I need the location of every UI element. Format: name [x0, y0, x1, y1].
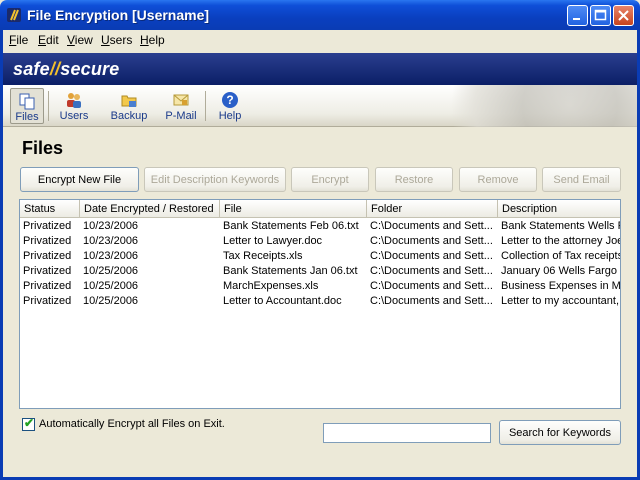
- cell-file: Letter to Accountant.doc: [223, 295, 342, 307]
- menu-users[interactable]: Users: [101, 33, 132, 47]
- cell-status: Privatized: [23, 235, 72, 247]
- restore-button[interactable]: Restore: [375, 167, 453, 192]
- cell-folder: C:\Documents and Sett...: [370, 235, 493, 247]
- toolbar-help-button[interactable]: ? Help: [212, 88, 248, 124]
- minimize-icon: [573, 18, 580, 20]
- title-bar[interactable]: File Encryption [Username]: [0, 0, 640, 30]
- cell-status: Privatized: [23, 295, 72, 307]
- backup-icon: [121, 95, 137, 107]
- menu-edit[interactable]: Edit: [38, 33, 59, 47]
- cell-status: Privatized: [23, 280, 72, 292]
- close-icon: [618, 10, 629, 21]
- toolbar-pmail-button[interactable]: P-Mail: [162, 88, 200, 124]
- toolbar-separator: [205, 91, 206, 121]
- brand-banner: safe//secure: [3, 53, 637, 85]
- close-button[interactable]: [613, 5, 634, 26]
- pmail-icon: [173, 94, 189, 106]
- search-keywords-button[interactable]: Search for Keywords: [499, 420, 621, 445]
- cell-date: 10/23/2006: [83, 220, 139, 232]
- menu-file[interactable]: File: [9, 33, 28, 47]
- auto-encrypt-label[interactable]: Automatically Encrypt all Files on Exit.: [39, 418, 225, 430]
- keyword-search-input[interactable]: [323, 423, 491, 443]
- menu-view[interactable]: View: [67, 33, 93, 47]
- maximize-icon: [594, 9, 607, 21]
- maximize-button[interactable]: [590, 5, 611, 26]
- toolbar-help-label: Help: [218, 110, 242, 122]
- toolbar-separator: [48, 91, 49, 121]
- cell-file: Letter to Lawyer.doc: [223, 235, 323, 247]
- table-row[interactable]: Privatized 10/25/2006 Bank Statements Jan …: [20, 264, 621, 279]
- send-email-button[interactable]: Send Email: [542, 167, 621, 192]
- cell-folder: C:\Documents and Sett...: [370, 265, 493, 277]
- logo-separator: //: [49, 59, 61, 79]
- remove-button[interactable]: Remove: [459, 167, 537, 192]
- table-row[interactable]: Privatized 10/25/2006 Letter to Accountant…: [20, 294, 620, 309]
- cell-description: Business Expenses in M: [501, 280, 621, 292]
- logo-left: safe: [13, 59, 50, 79]
- vault-door-graphic: [413, 85, 637, 127]
- cell-description: January 06 Wells Fargo I: [501, 265, 621, 277]
- encrypt-new-file-button[interactable]: Encrypt New File: [20, 167, 139, 192]
- cell-folder: C:\Documents and Sett...: [370, 250, 493, 262]
- checkmark-icon: ✔: [24, 416, 35, 430]
- cell-date: 10/25/2006: [83, 295, 139, 307]
- edit-description-keywords-button[interactable]: Edit Description Keywords: [144, 167, 286, 192]
- cell-description: Letter to the attorney Joe: [501, 235, 621, 247]
- window-title: File Encryption [Username]: [27, 7, 210, 23]
- table-row[interactable]: Privatized 10/23/2006 Bank Statements Feb …: [20, 219, 621, 234]
- cell-file: Bank Statements Feb 06.txt: [223, 220, 359, 232]
- minimize-button[interactable]: [567, 5, 588, 26]
- cell-status: Privatized: [23, 265, 72, 277]
- svg-text:?: ?: [226, 93, 233, 107]
- menu-help[interactable]: Help: [140, 33, 165, 47]
- page-title: Files: [22, 138, 64, 158]
- table-row[interactable]: Privatized 10/25/2006 MarchExpenses.xls C:\…: [20, 279, 621, 294]
- column-description[interactable]: Description: [498, 200, 620, 218]
- cell-date: 10/23/2006: [83, 235, 139, 247]
- column-status[interactable]: Status: [20, 200, 80, 218]
- files-icon: [19, 93, 35, 110]
- column-folder[interactable]: Folder: [367, 200, 498, 218]
- cell-status: Privatized: [23, 220, 72, 232]
- toolbar-backup-button[interactable]: Backup: [107, 88, 151, 124]
- cell-date: 10/25/2006: [83, 265, 139, 277]
- logo-right: secure: [60, 59, 120, 79]
- users-icon: [67, 93, 81, 108]
- toolbar-files-label: Files: [15, 111, 39, 123]
- table-header: Status Date Encrypted / Restored File Fo…: [20, 200, 620, 218]
- auto-encrypt-checkbox[interactable]: ✔: [22, 416, 35, 431]
- toolbar: Files Users Backup P-Mail ? Help: [3, 85, 637, 127]
- menu-bar: File Edit View Users Help: [3, 30, 637, 49]
- table-row[interactable]: Privatized 10/23/2006 Letter to Lawyer.doc…: [20, 234, 621, 249]
- cell-description: Bank Statements Wells F: [501, 220, 621, 232]
- help-icon: ?: [222, 92, 238, 108]
- files-table[interactable]: Status Date Encrypted / Restored File Fo…: [19, 199, 621, 409]
- cell-folder: C:\Documents and Sett...: [370, 280, 493, 292]
- cell-file: MarchExpenses.xls: [223, 280, 319, 292]
- cell-date: 10/23/2006: [83, 250, 139, 262]
- encrypt-button[interactable]: Encrypt: [291, 167, 369, 192]
- app-icon: [7, 8, 21, 22]
- cell-folder: C:\Documents and Sett...: [370, 295, 493, 307]
- cell-status: Privatized: [23, 250, 72, 262]
- toolbar-backup-label: Backup: [110, 110, 148, 122]
- cell-date: 10/25/2006: [83, 280, 139, 292]
- column-date[interactable]: Date Encrypted / Restored: [80, 200, 220, 218]
- toolbar-pmail-label: P-Mail: [165, 110, 197, 122]
- cell-folder: C:\Documents and Sett...: [370, 220, 493, 232]
- table-row[interactable]: Privatized 10/23/2006 Tax Receipts.xls C:\D…: [20, 249, 621, 264]
- cell-file: Tax Receipts.xls: [223, 250, 303, 262]
- cell-description: Collection of Tax receipts: [501, 250, 621, 262]
- cell-file: Bank Statements Jan 06.txt: [223, 265, 358, 277]
- toolbar-users-label: Users: [59, 110, 89, 122]
- brand-logo: safe//secure: [13, 59, 119, 80]
- cell-description: Letter to my accountant,: [501, 295, 620, 307]
- toolbar-users-button[interactable]: Users: [55, 88, 93, 124]
- toolbar-files-button[interactable]: Files: [10, 88, 44, 124]
- column-file[interactable]: File: [220, 200, 367, 218]
